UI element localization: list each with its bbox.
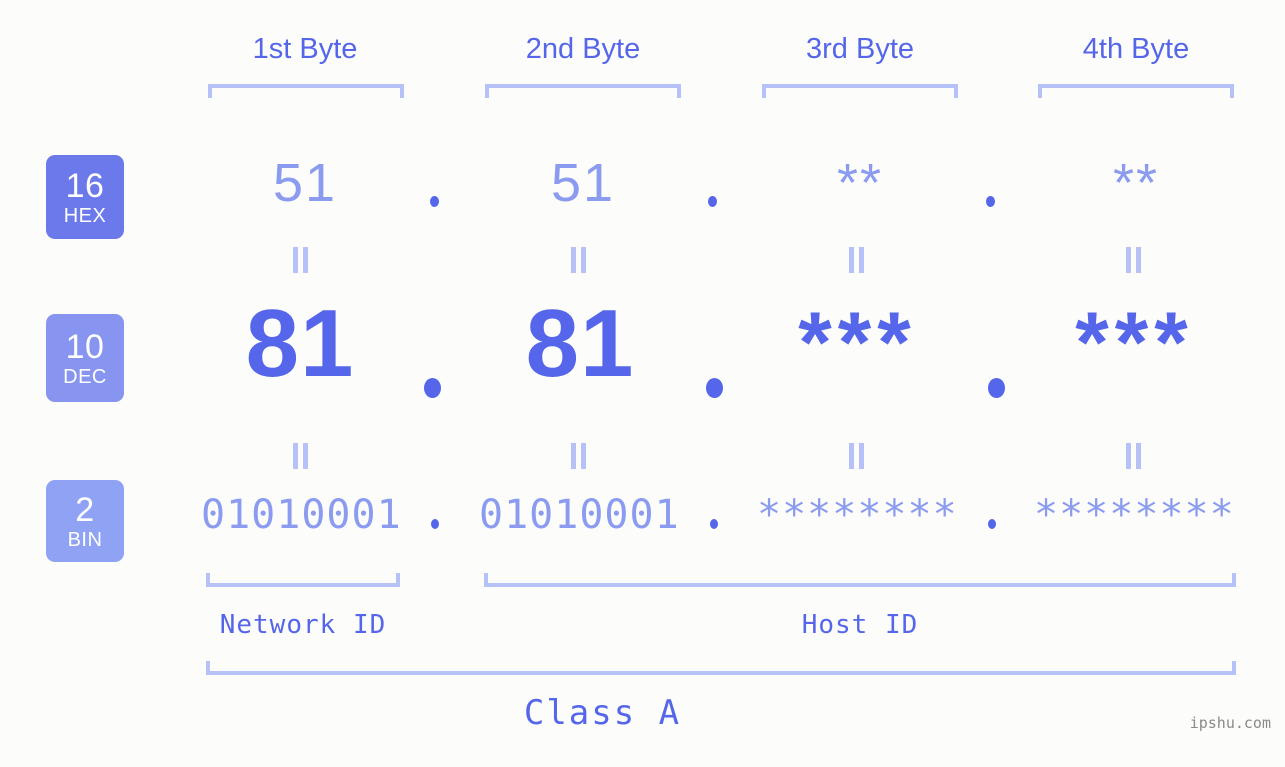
bin-byte-4: ******** <box>1034 492 1235 538</box>
bin-dot-separator-1 <box>431 519 439 529</box>
class-bracket <box>206 661 1236 675</box>
ip-address-breakdown-diagram: 1st Byte 2nd Byte 3rd Byte 4th Byte 16 H… <box>0 0 1285 767</box>
host-id-label: Host ID <box>801 610 919 640</box>
radix-badge-bin-name: BIN <box>67 528 103 551</box>
radix-badge-bin: 2 BIN <box>46 480 124 562</box>
dec-byte-1: 81 <box>245 290 355 397</box>
dec-byte-2: 81 <box>525 290 635 397</box>
dec-byte-3: *** <box>798 295 917 391</box>
hex-dot-separator-3 <box>986 196 995 207</box>
network-id-bracket <box>206 573 400 587</box>
radix-badge-hex: 16 HEX <box>46 155 124 239</box>
byte-bracket-top-1 <box>208 84 404 98</box>
equals-connector-hex-dec-3 <box>849 247 866 273</box>
dec-dot-separator-2 <box>706 378 723 398</box>
bin-byte-1: 01010001 <box>201 492 402 538</box>
dec-byte-4: *** <box>1075 295 1194 391</box>
radix-badge-bin-number: 2 <box>75 490 95 529</box>
hex-byte-4: ** <box>1112 153 1160 213</box>
bin-byte-2: 01010001 <box>479 492 680 538</box>
dec-dot-separator-3 <box>988 378 1005 398</box>
hex-byte-2: 51 <box>550 153 616 213</box>
equals-connector-dec-bin-4 <box>1126 443 1143 469</box>
equals-connector-hex-dec-4 <box>1126 247 1143 273</box>
byte-bracket-top-3 <box>762 84 958 98</box>
hex-byte-3: ** <box>836 153 884 213</box>
radix-badge-dec-name: DEC <box>63 365 107 388</box>
radix-badge-hex-name: HEX <box>63 204 107 227</box>
equals-connector-hex-dec-2 <box>571 247 588 273</box>
equals-connector-dec-bin-1 <box>293 443 310 469</box>
class-label-text: Class A <box>523 693 682 733</box>
byte-header-label-4: 4th Byte <box>1082 33 1190 65</box>
byte-header-label-1: 1st Byte <box>252 33 358 65</box>
radix-badge-dec: 10 DEC <box>46 314 124 402</box>
network-id-label: Network ID <box>219 610 387 640</box>
bin-byte-3: ******** <box>757 492 958 538</box>
bin-dot-separator-3 <box>988 519 996 529</box>
equals-connector-hex-dec-1 <box>293 247 310 273</box>
byte-header-label-3: 3rd Byte <box>806 33 914 65</box>
byte-bracket-top-4 <box>1038 84 1234 98</box>
radix-badge-dec-number: 10 <box>65 327 105 366</box>
hex-dot-separator-2 <box>708 196 717 207</box>
dec-dot-separator-1 <box>424 378 441 398</box>
radix-badge-hex-number: 16 <box>65 166 105 205</box>
bin-dot-separator-2 <box>710 519 718 529</box>
hex-byte-1: 51 <box>272 153 338 213</box>
byte-header-label-2: 2nd Byte <box>525 33 641 65</box>
class-label: Class A <box>0 693 1285 733</box>
byte-bracket-top-2 <box>485 84 681 98</box>
equals-connector-dec-bin-2 <box>571 443 588 469</box>
equals-connector-dec-bin-3 <box>849 443 866 469</box>
host-id-bracket <box>484 573 1236 587</box>
hex-dot-separator-1 <box>430 196 439 207</box>
site-watermark: ipshu.com <box>1189 714 1271 732</box>
